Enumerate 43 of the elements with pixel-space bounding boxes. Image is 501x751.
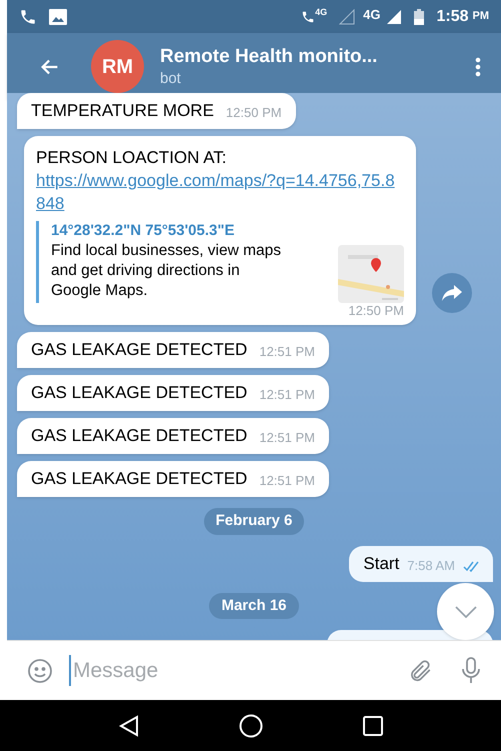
message-time: 12:50 PM <box>226 104 282 122</box>
microphone-icon[interactable] <box>461 656 481 686</box>
message-text: GAS LEAKAGE DETECTED <box>31 468 248 490</box>
location-link[interactable]: https://www.google.com/maps/?q=14.4756,75.8848 <box>36 169 404 215</box>
preview-title: 14°28'32.2"N 75°53'05.3"E <box>51 221 236 241</box>
message-text: GAS LEAKAGE DETECTED <box>31 425 248 447</box>
preview-description: Find local businesses, view maps and get driving directions in Google Maps. <box>51 241 282 301</box>
emoji-icon[interactable] <box>27 658 53 684</box>
network-label: 4G <box>363 6 380 24</box>
message-text: TEMPERATURE MORE <box>31 100 214 122</box>
image-icon <box>49 8 67 24</box>
signal-icon <box>386 8 402 24</box>
call-icon <box>301 10 316 24</box>
date-chip: March 16 <box>209 592 299 619</box>
avatar[interactable]: RM <box>91 40 144 93</box>
message-text: Start <box>363 552 400 574</box>
message-time: 12:51 PM <box>259 343 315 361</box>
recents-square-icon[interactable] <box>362 716 382 736</box>
message-time: 12:51 PM <box>259 429 315 447</box>
battery-icon <box>414 8 424 24</box>
network-label: 4G <box>315 6 328 19</box>
phone-icon <box>19 8 37 26</box>
clock: 1:58 <box>436 6 468 26</box>
date-chip: February 6 <box>204 508 304 534</box>
chevron-down-icon <box>454 606 476 618</box>
share-button[interactable] <box>432 273 472 313</box>
message-time: 12:51 PM <box>259 472 315 490</box>
message-text: GAS LEAKAGE DETECTED <box>31 339 248 361</box>
signal-icon <box>339 8 356 24</box>
home-circle-icon[interactable] <box>238 714 262 738</box>
more-menu-icon[interactable] <box>475 56 481 76</box>
message-input[interactable]: Message <box>69 654 407 686</box>
clock-suffix: PM <box>472 9 489 24</box>
share-arrow-icon <box>442 285 462 301</box>
message-text: GAS LEAKAGE DETECTED <box>31 382 248 404</box>
chat-subtitle: bot <box>160 68 182 88</box>
message-text: PERSON LOACTION AT: <box>36 147 228 169</box>
message-time: 7:58 AM <box>407 556 455 574</box>
scroll-down-button[interactable] <box>437 583 494 640</box>
message-time: 12:51 PM <box>259 386 315 404</box>
chat-title: Remote Health monito... <box>160 44 378 68</box>
message-time: 12:50 PM <box>348 302 404 320</box>
back-triangle-icon[interactable] <box>118 714 138 736</box>
